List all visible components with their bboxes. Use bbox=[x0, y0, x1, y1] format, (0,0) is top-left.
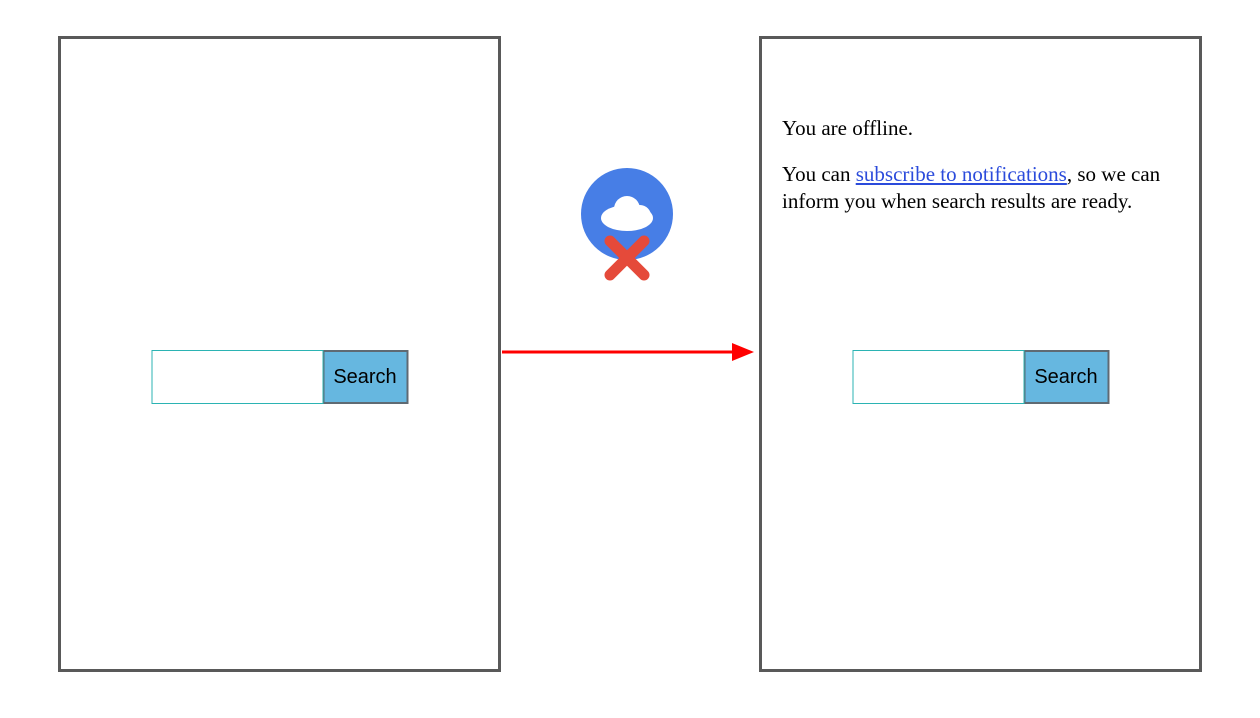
search-button[interactable]: Search bbox=[323, 350, 408, 404]
search-input[interactable] bbox=[852, 350, 1024, 404]
right-state-frame: You are offline. You can subscribe to no… bbox=[759, 36, 1202, 672]
search-input[interactable] bbox=[151, 350, 323, 404]
offline-line1: You are offline. bbox=[782, 115, 1179, 141]
left-state-frame: Search bbox=[58, 36, 501, 672]
transition-arrow-icon bbox=[502, 340, 754, 364]
search-group: Search bbox=[151, 350, 408, 404]
offline-line2-pre: You can bbox=[782, 162, 856, 186]
offline-message: You are offline. You can subscribe to no… bbox=[782, 115, 1179, 234]
subscribe-notifications-link[interactable]: subscribe to notifications bbox=[856, 162, 1067, 186]
cloud-offline-icon bbox=[581, 168, 673, 260]
search-button[interactable]: Search bbox=[1024, 350, 1109, 404]
offline-line2: You can subscribe to notifications, so w… bbox=[782, 161, 1179, 214]
search-group: Search bbox=[852, 350, 1109, 404]
